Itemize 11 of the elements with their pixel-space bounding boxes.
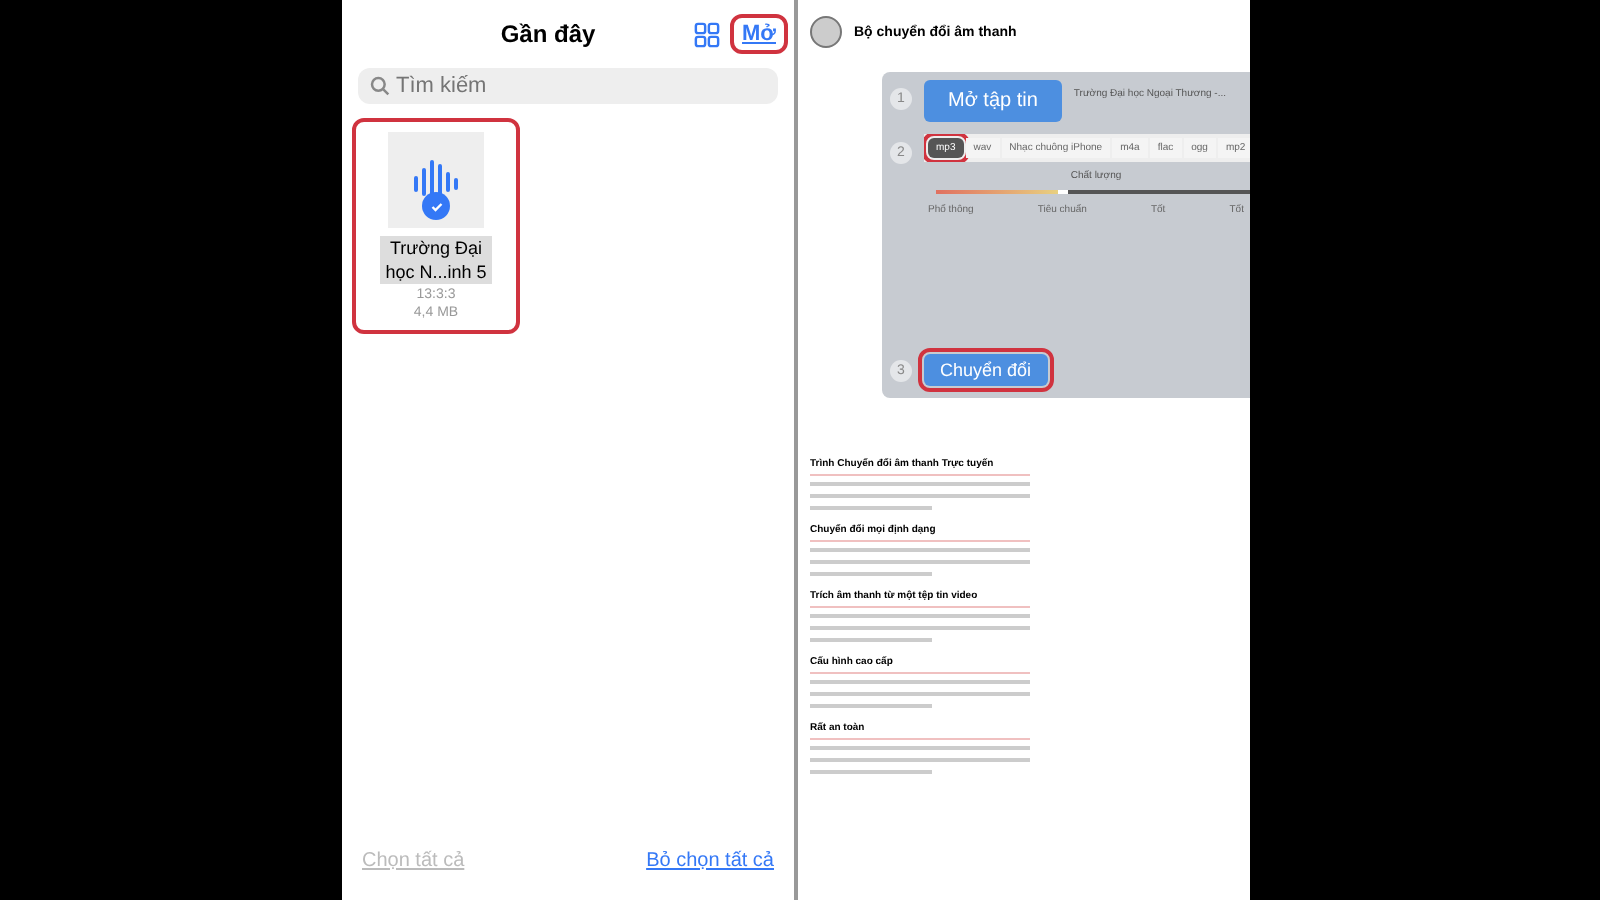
search-icon [370,76,390,96]
convert-button[interactable]: Chuyển đổi [924,354,1048,386]
select-link[interactable]: Bỏ chọn tất cả [646,850,774,872]
file-name: Trường Đại học N...inh 5 [380,236,492,284]
screen-title: Gần đây [498,20,596,48]
search-field[interactable]: Tìm kiếm [358,68,778,104]
app-logo-icon [810,16,842,48]
open-link[interactable]: Mở [736,20,782,48]
sound-wave-icon [414,160,458,200]
grid-view-icon[interactable] [694,21,721,47]
open-file-button[interactable]: Mở tập tin [924,80,1062,122]
